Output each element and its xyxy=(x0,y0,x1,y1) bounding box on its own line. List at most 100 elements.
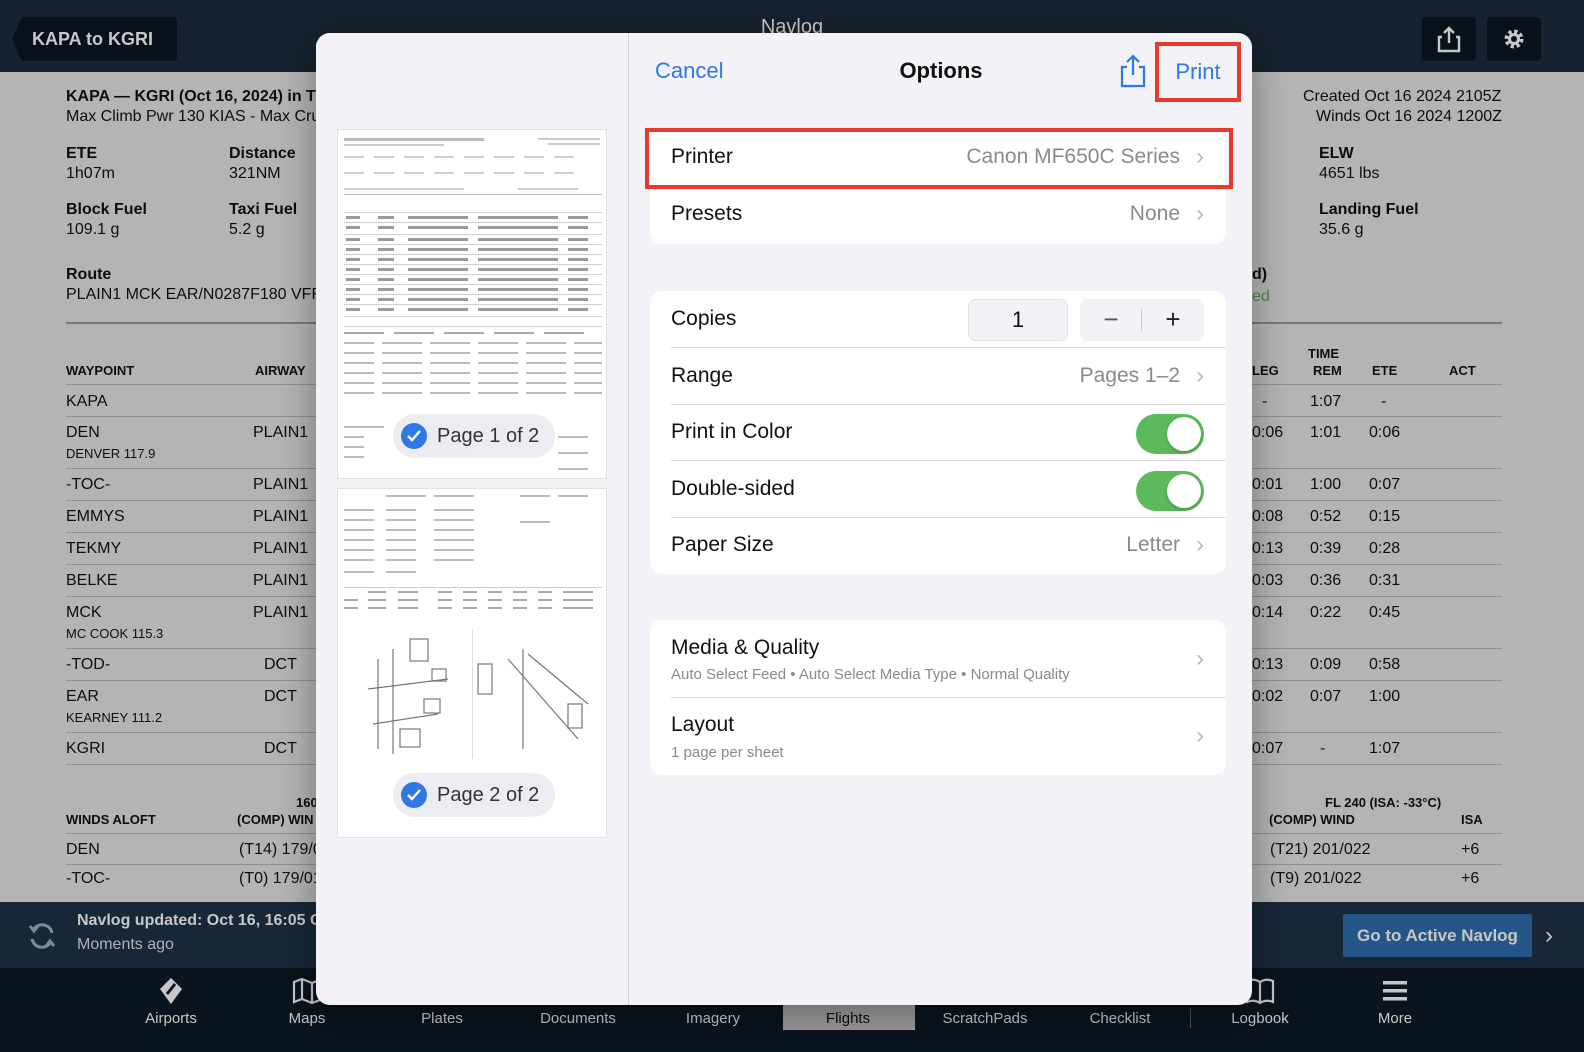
chevron-right-icon: › xyxy=(1196,722,1204,749)
row-airway: PLAIN1 xyxy=(253,424,309,441)
tab-label: Imagery xyxy=(685,1010,741,1027)
print-in-color-row: Print in Color xyxy=(650,404,1226,461)
created-stamp: Created Oct 16 2024 2105Z xyxy=(1303,88,1502,105)
winds-fl-right: FL 240 (ISA: -33°C) xyxy=(1325,795,1442,810)
row-airway: DCT xyxy=(264,656,297,673)
row-ete: 1:07 xyxy=(1369,740,1401,757)
copies-input[interactable]: 1 xyxy=(968,299,1068,341)
winds-isa-head: ISA xyxy=(1461,812,1483,827)
row-ete: 1:00 xyxy=(1369,688,1401,705)
page-2-badge[interactable]: Page 2 of 2 xyxy=(393,773,556,817)
row-ete: 0:15 xyxy=(1369,508,1401,525)
checkmark-icon xyxy=(401,423,427,449)
col-leg: LEG xyxy=(1252,363,1279,378)
tab-label: Checklist xyxy=(1089,1010,1151,1027)
row-waypoint: KAPA xyxy=(66,393,108,410)
settings-button[interactable] xyxy=(1487,17,1541,61)
range-row[interactable]: Range Pages 1–2 › xyxy=(650,348,1226,405)
double-sided-toggle[interactable] xyxy=(1136,471,1204,511)
decrement-button[interactable]: − xyxy=(1080,299,1142,341)
tab-label: ScratchPads xyxy=(942,1010,1028,1027)
row-navaid: DENVER 117.9 xyxy=(66,446,156,461)
print-preview-pane[interactable]: Page 1 of 2 Page 2 of 2 xyxy=(316,33,629,1005)
row-ete: 0:07 xyxy=(1369,476,1401,493)
tab-label: Airports xyxy=(145,1010,197,1027)
row-leg: 0:13 xyxy=(1252,656,1284,673)
banner-subtitle: Moments ago xyxy=(77,936,174,953)
elw-label: ELW xyxy=(1319,145,1354,162)
tab-label: Documents xyxy=(540,1010,616,1027)
page-1-badge[interactable]: Page 1 of 2 xyxy=(393,414,556,458)
winds-right-value: (T21) 201/022 xyxy=(1270,841,1371,858)
col-rem: REM xyxy=(1313,363,1342,378)
taxi-fuel-value: 5.2 g xyxy=(229,221,265,238)
row-ete: 0:06 xyxy=(1369,424,1401,441)
airport-icon xyxy=(160,978,182,1004)
winds-left-value: (T0) 179/01 xyxy=(239,870,322,887)
route-value: PLAIN1 MCK EAR/N0287F180 VFR xyxy=(66,286,323,303)
media-quality-row[interactable]: Media & Quality Auto Select Feed • Auto … xyxy=(650,620,1226,698)
winds-fl-left: 160 xyxy=(296,795,318,810)
print-settings-group: Copies 1 − + Range Pages 1–2 › Print in … xyxy=(650,291,1226,574)
print-in-color-toggle[interactable] xyxy=(1136,414,1204,454)
row-airway: DCT xyxy=(264,688,297,705)
row-rem: 0:36 xyxy=(1310,572,1342,589)
go-to-active-navlog-button[interactable]: Go to Active Navlog xyxy=(1343,914,1532,957)
row-navaid: MC COOK 115.3 xyxy=(66,626,164,641)
tab-more[interactable]: More xyxy=(1330,968,1460,1052)
row-airway: PLAIN1 xyxy=(253,540,309,557)
winds-waypoint: -TOC- xyxy=(66,870,111,887)
share-icon[interactable] xyxy=(1118,53,1148,89)
winds-right-value: (T9) 201/022 xyxy=(1270,870,1362,887)
printer-highlight-outline xyxy=(645,128,1233,189)
checkmark-icon xyxy=(401,782,427,808)
row-leg: 0:07 xyxy=(1252,740,1284,757)
navlog-subtitle: Max Climb Pwr 130 KIAS - Max Cru xyxy=(66,108,321,125)
row-waypoint: TEKMY xyxy=(66,540,122,557)
media-quality-label: Media & Quality xyxy=(671,636,820,659)
share-button[interactable] xyxy=(1422,17,1476,61)
winds-isa: +6 xyxy=(1461,870,1480,887)
layout-label: Layout xyxy=(671,713,735,736)
increment-button[interactable]: + xyxy=(1142,299,1204,341)
row-leg: 0:03 xyxy=(1252,572,1284,589)
layout-row[interactable]: Layout 1 page per sheet › xyxy=(650,698,1226,775)
col-waypoint: WAYPOINT xyxy=(66,363,135,378)
row-rem: 0:39 xyxy=(1310,540,1342,557)
route-right-status: ed xyxy=(1252,288,1270,305)
tab-divider xyxy=(1190,1008,1191,1028)
copies-stepper: − + xyxy=(1080,299,1204,341)
banner-title: Navlog updated: Oct 16, 16:05 C xyxy=(77,912,322,929)
media-layout-group: Media & Quality Auto Select Feed • Auto … xyxy=(650,620,1226,775)
row-airway: PLAIN1 xyxy=(253,508,309,525)
distance-value: 321NM xyxy=(229,165,281,182)
row-leg: - xyxy=(1262,393,1268,410)
chevron-right-icon[interactable]: › xyxy=(1545,922,1553,950)
presets-row[interactable]: Presets None › xyxy=(650,186,1226,243)
winds-comp-right: (COMP) WIND xyxy=(1269,812,1355,827)
tab-label: More xyxy=(1377,1010,1413,1027)
row-rem: 1:00 xyxy=(1310,476,1342,493)
paper-size-row[interactable]: Paper Size Letter › xyxy=(650,517,1226,574)
winds-isa: +6 xyxy=(1461,841,1480,858)
copies-row: Copies 1 − + xyxy=(650,291,1226,348)
col-airway: AIRWAY xyxy=(255,363,306,378)
row-rem: - xyxy=(1320,740,1326,757)
double-sided-label: Double-sided xyxy=(671,477,795,500)
toggle-knob xyxy=(1167,417,1201,451)
paper-size-value: Letter xyxy=(1126,533,1180,556)
copies-label: Copies xyxy=(671,307,737,330)
row-waypoint: BELKE xyxy=(66,572,118,589)
route-label: Route xyxy=(66,266,112,283)
row-ete: 0:58 xyxy=(1369,656,1401,673)
winds-left-value: (T14) 179/0 xyxy=(239,841,322,858)
row-rem: 0:52 xyxy=(1310,508,1342,525)
tab-airports[interactable]: Airports xyxy=(106,968,236,1052)
print-button[interactable]: Print xyxy=(1155,42,1241,102)
print-in-color-label: Print in Color xyxy=(671,420,793,443)
back-button[interactable]: KAPA to KGRI xyxy=(12,17,177,61)
block-fuel-label: Block Fuel xyxy=(66,201,147,218)
route-right-fragment: d) xyxy=(1252,266,1268,283)
row-leg: 0:14 xyxy=(1252,604,1284,621)
tab-label: Maps xyxy=(288,1010,326,1027)
